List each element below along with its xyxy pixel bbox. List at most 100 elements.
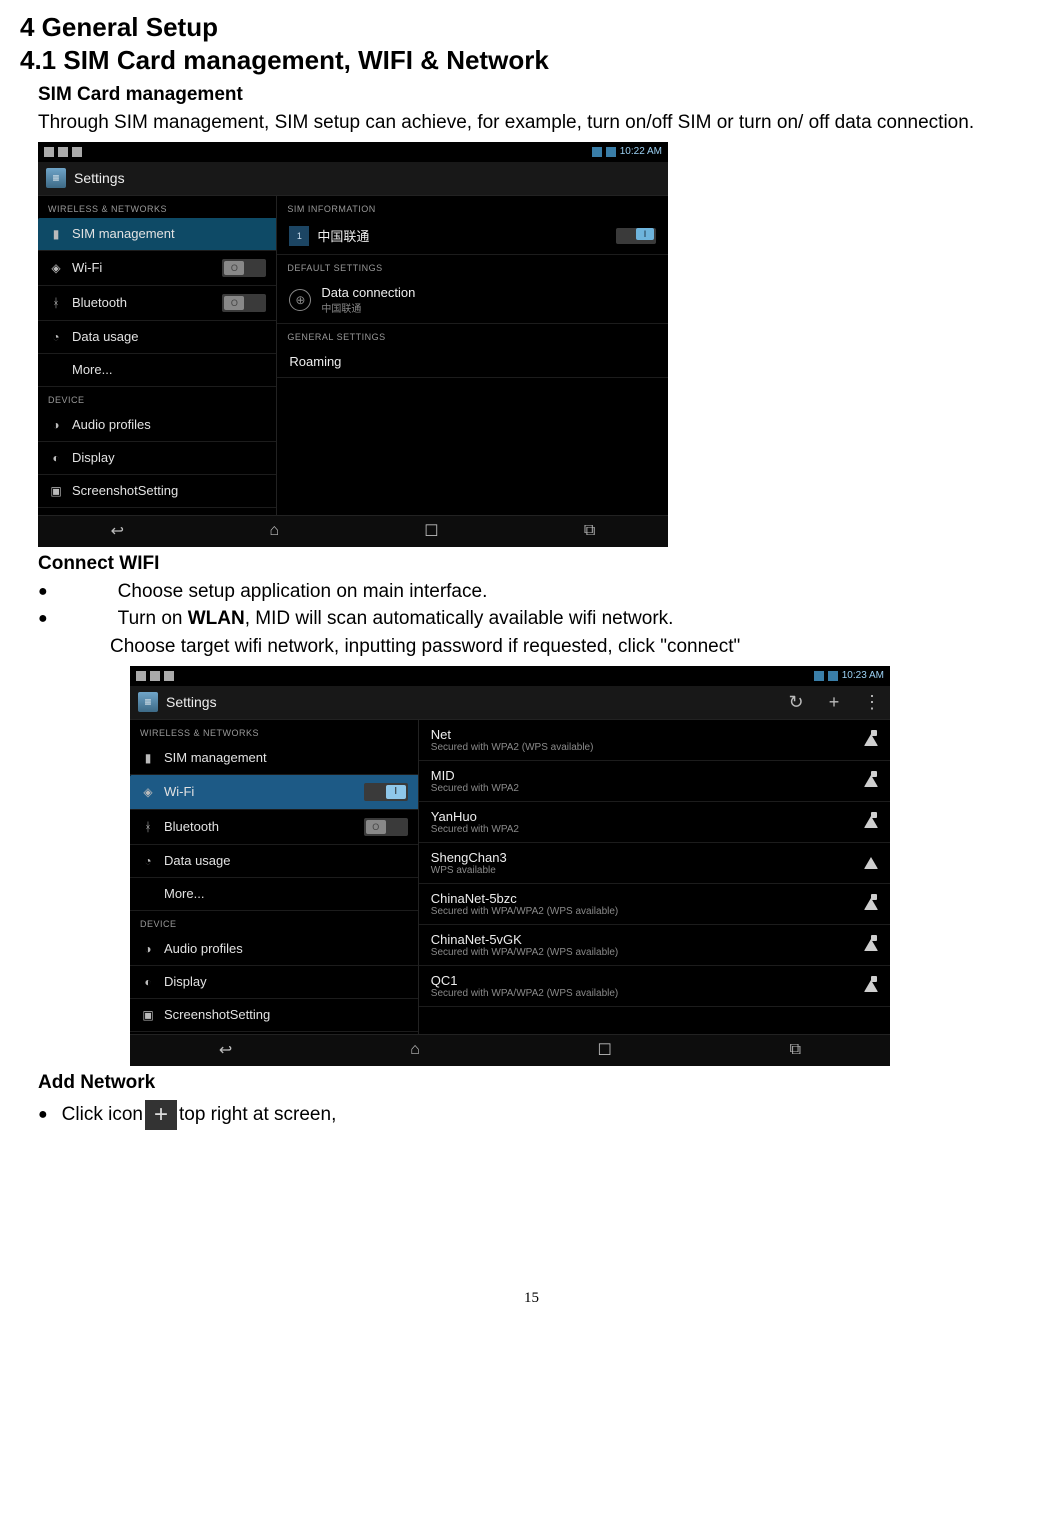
- wifi-toggle[interactable]: [364, 783, 408, 801]
- bullet-text: Choose setup application on main interfa…: [118, 579, 488, 605]
- back-icon[interactable]: ↩: [219, 1040, 232, 1060]
- sim-info-row[interactable]: 1 中国联通: [277, 218, 668, 255]
- sidebar-label: Bluetooth: [164, 819, 219, 834]
- section-label: DEFAULT SETTINGS: [277, 255, 668, 277]
- sidebar-label: Bluetooth: [72, 295, 127, 310]
- section-label: WIRELESS & NETWORKS: [38, 196, 276, 218]
- sidebar-label: Wi-Fi: [164, 784, 194, 799]
- wifi-signal-icon: [864, 939, 878, 951]
- title-bar: Settings: [38, 162, 668, 196]
- sidebar-item-data-usage[interactable]: ◔ Data usage: [38, 321, 276, 354]
- wifi-network-security: Secured with WPA2 (WPS available): [431, 742, 594, 753]
- sidebar-label: More...: [72, 362, 112, 377]
- sidebar-label: Audio profiles: [72, 417, 151, 432]
- recent-icon[interactable]: ☐: [598, 1040, 612, 1060]
- screenshot-icon: ▣: [48, 483, 64, 499]
- data-connection-row[interactable]: ⊕ Data connection 中国联通: [277, 277, 668, 324]
- battery-icon: [606, 147, 616, 157]
- sidebar-item-audio[interactable]: ◑ Audio profiles: [38, 409, 276, 442]
- sidebar-item-wifi[interactable]: ◈ Wi-Fi: [38, 251, 276, 286]
- section-label: SIM INFORMATION: [277, 196, 668, 218]
- nav-bar: ↩ ⌂ ☐ ⧉: [38, 515, 668, 547]
- sidebar-item-screenshot[interactable]: ▣ ScreenshotSetting: [130, 999, 418, 1032]
- display-icon: ◐: [140, 974, 156, 990]
- sidebar-item-data-usage[interactable]: ◔ Data usage: [130, 845, 418, 878]
- heading-1: 4 General Setup: [20, 12, 1043, 43]
- roaming-label: Roaming: [289, 354, 341, 369]
- sidebar-label: ScreenshotSetting: [164, 1007, 270, 1022]
- settings-icon: [46, 168, 66, 188]
- sim-icon: ▮: [48, 226, 64, 242]
- bullet-icon: ●: [38, 1106, 48, 1124]
- wifi-signal-icon: [864, 775, 878, 787]
- overflow-icon[interactable]: ⋮: [862, 692, 882, 712]
- bullet-item: ● Turn on WLAN, MID will scan automatica…: [38, 606, 1043, 632]
- wifi-network-name: ChinaNet-5vGK: [431, 932, 618, 947]
- wifi-toggle[interactable]: [222, 259, 266, 277]
- sim-toggle[interactable]: [616, 228, 656, 244]
- wifi-signal-icon: [864, 980, 878, 992]
- bt-toggle[interactable]: [222, 294, 266, 312]
- sidebar-item-bluetooth[interactable]: ᚼ Bluetooth: [130, 810, 418, 845]
- wifi-icon: ◈: [48, 260, 64, 276]
- status-bar: 10:23 AM: [130, 666, 890, 686]
- title-bar: Settings ↻ + ⋮: [130, 686, 890, 720]
- wifi-network-row[interactable]: ChinaNet-5bzcSecured with WPA/WPA2 (WPS …: [419, 884, 890, 925]
- scan-icon[interactable]: ↻: [786, 692, 806, 712]
- section-label: DEVICE: [38, 387, 276, 409]
- sidebar-item-more[interactable]: More...: [130, 878, 418, 911]
- right-pane-wifi-list: NetSecured with WPA2 (WPS available)MIDS…: [419, 720, 890, 1034]
- wifi-network-row[interactable]: MIDSecured with WPA2: [419, 761, 890, 802]
- wifi-network-row[interactable]: ChinaNet-5vGKSecured with WPA/WPA2 (WPS …: [419, 925, 890, 966]
- wlan-bold: WLAN: [188, 608, 245, 629]
- sidebar-label: Display: [164, 974, 207, 989]
- plus-icon: +: [145, 1100, 177, 1130]
- wifi-network-row[interactable]: ShengChan3WPS available: [419, 843, 890, 884]
- wifi-network-row[interactable]: YanHuoSecured with WPA2: [419, 802, 890, 843]
- sidebar-label: SIM management: [164, 750, 267, 765]
- home-icon[interactable]: ⌂: [269, 522, 279, 540]
- sidebar-item-audio[interactable]: ◑ Audio profiles: [130, 933, 418, 966]
- sidebar-item-display[interactable]: ◐ Display: [38, 442, 276, 475]
- audio-icon: ◑: [140, 941, 156, 957]
- sidebar-label: Data usage: [164, 853, 231, 868]
- wifi-network-name: QC1: [431, 973, 618, 988]
- bluetooth-icon: ᚼ: [140, 819, 156, 835]
- sidebar-item-display[interactable]: ◐ Display: [130, 966, 418, 999]
- sidebar-item-sim[interactable]: ▮ SIM management: [130, 742, 418, 775]
- subheading-add-network: Add Network: [38, 1072, 1043, 1094]
- add-network-icon[interactable]: +: [824, 692, 844, 712]
- dc-title: Data connection: [321, 285, 415, 300]
- section-label: GENERAL SETTINGS: [277, 324, 668, 346]
- home-icon[interactable]: ⌂: [410, 1041, 420, 1059]
- wifi-network-security: Secured with WPA/WPA2 (WPS available): [431, 988, 618, 999]
- bt-toggle[interactable]: [364, 818, 408, 836]
- sidebar-item-sim[interactable]: ▮ SIM management: [38, 218, 276, 251]
- wifi-network-row[interactable]: NetSecured with WPA2 (WPS available): [419, 720, 890, 761]
- text-fragment: Turn on: [118, 608, 188, 629]
- wifi-network-name: ShengChan3: [431, 850, 507, 865]
- bullet-text: Turn on WLAN, MID will scan automaticall…: [118, 606, 674, 632]
- status-icon: [58, 147, 68, 157]
- wifi-network-security: Secured with WPA2: [431, 824, 519, 835]
- sidebar-item-bluetooth[interactable]: ᚼ Bluetooth: [38, 286, 276, 321]
- bluetooth-icon: ᚼ: [48, 295, 64, 311]
- wifi-network-row[interactable]: QC1Secured with WPA/WPA2 (WPS available): [419, 966, 890, 1007]
- sidebar-item-more[interactable]: More...: [38, 354, 276, 387]
- screenshot-nav-icon[interactable]: ⧉: [790, 1041, 801, 1059]
- sim-chip-icon: 1: [289, 226, 309, 246]
- spacer-icon: [140, 886, 156, 902]
- back-icon[interactable]: ↩: [111, 521, 124, 541]
- heading-2: 4.1 SIM Card management, WIFI & Network: [20, 45, 1043, 76]
- roaming-row[interactable]: Roaming: [277, 346, 668, 378]
- bullet-icon: ●: [38, 608, 48, 630]
- screenshot-nav-icon[interactable]: ⧉: [584, 522, 595, 540]
- sidebar-label: ScreenshotSetting: [72, 483, 178, 498]
- sidebar-item-wifi[interactable]: ◈ Wi-Fi: [130, 775, 418, 810]
- status-left: [44, 147, 82, 157]
- recent-icon[interactable]: ☐: [424, 521, 438, 541]
- wifi-network-security: WPS available: [431, 865, 507, 876]
- wifi-network-name: MID: [431, 768, 519, 783]
- sidebar-item-screenshot[interactable]: ▣ ScreenshotSetting: [38, 475, 276, 508]
- title-text: Settings: [166, 694, 217, 710]
